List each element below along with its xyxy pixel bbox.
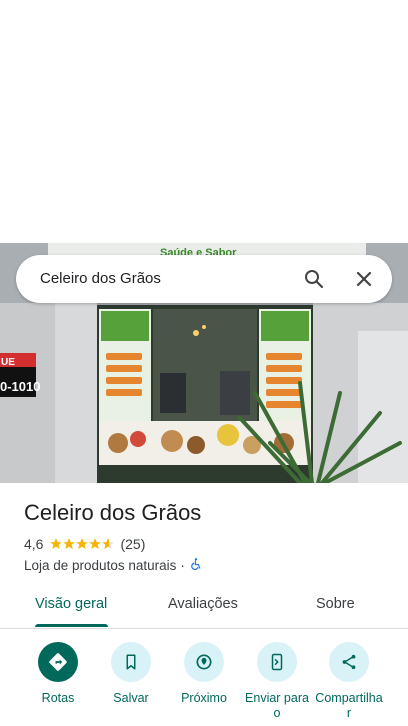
directions-icon (38, 642, 78, 682)
search-bar[interactable]: Celeiro dos Grãos (16, 255, 392, 303)
separator: · (180, 557, 185, 573)
action-bar: Rotas Salvar Próximo Enviar para o Compa… (0, 640, 408, 726)
sign-line-1: UE (1, 357, 15, 368)
search-input[interactable]: Celeiro dos Grãos (40, 270, 161, 287)
rating-row[interactable]: 4,6 (25) (24, 535, 145, 553)
active-tab-indicator (35, 624, 108, 627)
share-icon (329, 642, 369, 682)
send-to-phone-icon (257, 642, 297, 682)
close-icon[interactable] (352, 267, 376, 291)
send-to-phone-label: Enviar para o (245, 691, 309, 720)
share-label: Compartilhar (315, 691, 383, 720)
star-icon (76, 538, 89, 549)
tab-bar: Visão geral Avaliações Sobre (0, 582, 408, 629)
place-title: Celeiro dos Grãos (24, 500, 202, 525)
place-category: Loja de produtos naturais (24, 557, 177, 573)
save-button[interactable]: Salvar (96, 642, 166, 706)
bookmark-icon (111, 642, 151, 682)
tab-reviews[interactable]: Avaliações (168, 596, 238, 612)
search-icon[interactable] (302, 267, 326, 291)
nearby-button[interactable]: Próximo (169, 642, 239, 706)
save-label: Salvar (113, 691, 149, 705)
sign-line-2: 0-1010 (0, 379, 40, 394)
nearby-icon (184, 642, 224, 682)
send-to-phone-button[interactable]: Enviar para o (242, 642, 312, 721)
directions-button[interactable]: Rotas (23, 642, 93, 706)
nearby-label: Próximo (181, 691, 227, 705)
category-row: Loja de produtos naturais · (24, 556, 203, 574)
star-icon (63, 538, 76, 549)
directions-label: Rotas (41, 691, 75, 705)
rating-value: 4,6 (24, 536, 44, 552)
tab-about[interactable]: Sobre (316, 596, 355, 612)
tab-overview[interactable]: Visão geral (35, 596, 107, 612)
star-icon (50, 538, 63, 549)
wheelchair-accessible-icon (189, 557, 203, 574)
star-icon (89, 538, 102, 549)
review-count[interactable]: (25) (120, 536, 145, 552)
star-half-icon (102, 538, 115, 549)
rating-stars (49, 537, 115, 551)
share-button[interactable]: Compartilhar (314, 642, 384, 721)
